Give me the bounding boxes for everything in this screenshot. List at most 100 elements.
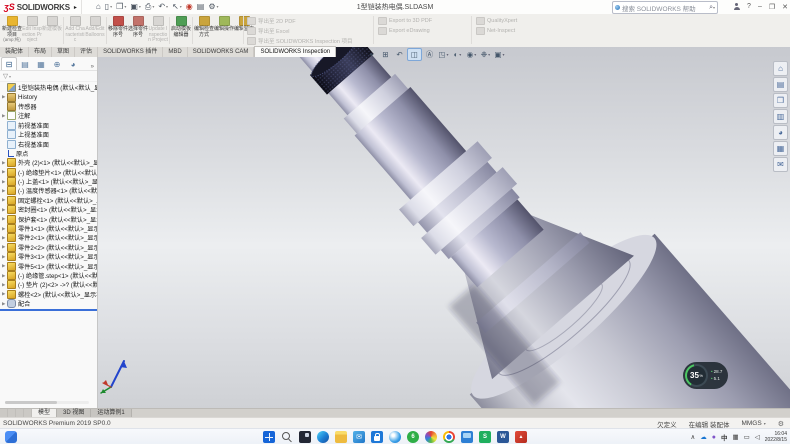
tray-ball-icon[interactable]: ● — [712, 434, 716, 441]
search-input[interactable]: 搜索 SOLIDWORKS 帮助 ⌕ ▾ — [612, 1, 718, 14]
tab-solidworks-inspection[interactable]: SOLIDWORKS Inspection — [254, 46, 336, 57]
restore-button[interactable]: ❐ — [769, 3, 775, 11]
tree-item[interactable]: 前视基准面 — [0, 121, 97, 130]
word-icon[interactable]: W — [497, 431, 509, 443]
tree-item[interactable]: ▶零件3<1> (默认<<默认>_显示状态 — [0, 252, 97, 261]
new-document-icon[interactable]: ▯▾ — [105, 3, 112, 11]
volume-icon[interactable]: ◁ — [755, 433, 760, 441]
tree-item[interactable]: ▶零件5<1> (默认<<默认>_显示状态 — [0, 261, 97, 270]
tree-item[interactable]: ▶零件1<1> (默认<<默认>_显示状态 — [0, 224, 97, 233]
tree-item[interactable]: ▶(-) 上盖<1> (默认<<默认>_显示状 — [0, 177, 97, 186]
tree-item[interactable]: ▶零件2<1> (默认<<默认>_显示状态 — [0, 233, 97, 242]
login-user-icon[interactable] — [733, 3, 740, 10]
viewport-canvas[interactable] — [97, 47, 790, 408]
ribbon-button-remove-balloons[interactable]: 移除零件序号 — [108, 15, 128, 46]
tree-item[interactable]: ▶固定螺栓<1> (默认<<默认>_显示 — [0, 196, 97, 205]
display-tray-icon[interactable]: ▭ — [744, 433, 750, 441]
tree-item[interactable]: ▶外壳 (2)<1> (默认<<默认>_显示状 — [0, 158, 97, 167]
app-pinwheel-icon[interactable] — [425, 431, 437, 443]
options-icon[interactable]: ⚙▾ — [208, 3, 218, 11]
units-selector[interactable]: MMGS▾ — [741, 420, 765, 427]
solidworks-taskbar-icon[interactable]: ▲ — [515, 431, 527, 443]
app-green-s-icon[interactable]: S — [479, 431, 491, 443]
section-view-icon[interactable]: ◫ — [407, 48, 422, 61]
ribbon-button-launch-template-editor[interactable]: 启动模板编辑器 — [171, 15, 191, 46]
remote-desktop-icon[interactable] — [461, 431, 473, 443]
tree-item[interactable]: 右视基准面 — [0, 139, 97, 148]
hide-show-items-icon[interactable]: ◉▾ — [465, 49, 478, 60]
taskbar-clock[interactable]: 16:042022/8/15 — [765, 431, 787, 444]
panel-tabs-overflow[interactable]: » — [91, 64, 96, 70]
search-caret-icon[interactable]: ▾ — [713, 5, 715, 10]
file-properties-icon[interactable]: ▤ — [197, 3, 205, 11]
annotation-views-icon[interactable]: Ⓐ — [423, 49, 436, 60]
tree-item[interactable]: ▶(-) 绝缘垫片<1> (默认<<默认>_显 — [0, 168, 97, 177]
dimxpertmanager-tab[interactable]: ⊕ — [49, 57, 65, 70]
tree-item[interactable]: ▶密封圈<1> (默认<<默认>_显示状 — [0, 205, 97, 214]
home-icon[interactable]: ⌂ — [96, 3, 101, 11]
propertymanager-tab[interactable]: ▤ — [17, 57, 33, 70]
featuremanager-tab[interactable]: ⊟ — [1, 57, 17, 70]
tree-item[interactable]: ▶(-) 温度传感器<1> (默认<<默认>_ — [0, 186, 97, 195]
tab-布局[interactable]: 布局 — [29, 47, 52, 57]
view-palette-icon[interactable]: ▥ — [773, 109, 788, 124]
configurationmanager-tab[interactable]: ▦ — [33, 57, 49, 70]
help-button[interactable]: ? — [747, 3, 751, 10]
select-icon[interactable]: ↖▾ — [172, 3, 182, 11]
close-button[interactable]: ✕ — [782, 3, 788, 11]
forum-icon[interactable]: ✉ — [773, 157, 788, 172]
tab-草图[interactable]: 草图 — [52, 47, 75, 57]
undo-icon[interactable]: ↶▾ — [158, 3, 168, 11]
panel-splitter[interactable] — [0, 309, 97, 311]
app-blue-circle-icon[interactable] — [389, 431, 401, 443]
edge-icon[interactable] — [317, 431, 329, 443]
displaymanager-tab[interactable]: ◕ — [65, 57, 81, 70]
tree-filter[interactable]: ▽ ▾ — [0, 71, 97, 82]
tab-solidworks-插件[interactable]: SOLIDWORKS 插件 — [98, 47, 163, 57]
save-icon[interactable]: ▣▾ — [130, 3, 141, 11]
file-explorer-pane-icon[interactable]: ❒ — [773, 93, 788, 108]
previous-view-icon[interactable]: ↶ — [393, 49, 406, 60]
tree-item[interactable]: ▶零件2<2> (默认<<默认>_显示状态 — [0, 243, 97, 252]
search-button[interactable] — [281, 431, 293, 443]
minimize-button[interactable]: – — [758, 3, 762, 10]
zoom-area-icon[interactable]: ⊞ — [379, 49, 392, 60]
start-button[interactable] — [263, 431, 275, 443]
design-library-icon[interactable]: ▤ — [773, 77, 788, 92]
app-green-circle-icon[interactable]: 6 — [407, 431, 419, 443]
rebuild-icon[interactable]: ◉ — [186, 3, 193, 11]
ribbon-button-edit-inspection-method[interactable]: 编辑检查方式 — [194, 15, 214, 46]
ribbon-button-new-inspection-project[interactable]: 新建检查项目(amp;纯) — [2, 15, 22, 46]
tray-expand-icon[interactable]: ∧ — [690, 433, 695, 441]
tree-item[interactable]: ▶配合 — [0, 299, 97, 308]
tree-item[interactable]: ▶保护套<1> (默认<<默认>_显示状 — [0, 214, 97, 223]
tree-item[interactable]: ▶(-) 绝缘管.step<1> (默认<<默认> — [0, 271, 97, 280]
panel-horizontal-scrollbar[interactable] — [5, 401, 89, 404]
ribbon-button-select-balloons[interactable]: 选择零件序号 — [128, 15, 148, 46]
tree-item[interactable]: 上视基准面 — [0, 130, 97, 139]
resources-icon[interactable]: ⚙ — [778, 420, 784, 428]
tree-item[interactable]: 传感器 — [0, 102, 97, 111]
tab-solidworks-cam[interactable]: SOLIDWORKS CAM — [188, 47, 255, 57]
open-icon[interactable]: ❒▾ — [116, 3, 126, 11]
tab-装配体[interactable]: 装配体 — [0, 47, 29, 57]
ime-chinese-icon[interactable]: 中 — [721, 432, 728, 442]
tree-item[interactable]: 1型铠装热电偶 (默认<默认_显示状态-1 — [0, 83, 97, 92]
file-explorer-icon[interactable] — [335, 431, 347, 443]
ribbon-button-edit-operation[interactable]: 编辑操作 — [214, 15, 234, 46]
tree-item[interactable]: ▶螺栓<2> (默认<<默认>_显示状态 — [0, 290, 97, 299]
onedrive-icon[interactable]: ☁ — [700, 433, 707, 441]
tab-mbd[interactable]: MBD — [163, 47, 187, 57]
task-view-button[interactable] — [299, 431, 311, 443]
tree-item[interactable]: ▶注解 — [0, 111, 97, 120]
tab-评估[interactable]: 评估 — [75, 47, 98, 57]
scrollbar-thumb[interactable] — [5, 401, 57, 404]
tray-grid-icon[interactable]: ▦ — [732, 433, 738, 441]
widgets-icon[interactable] — [5, 431, 17, 443]
apply-scene-icon[interactable]: ▣▾ — [493, 49, 506, 60]
zoom-fit-icon[interactable]: ⌖ — [365, 49, 378, 60]
custom-properties-icon[interactable]: ▦ — [773, 141, 788, 156]
view-orientation-icon[interactable]: ◳▾ — [437, 49, 450, 60]
display-style-icon[interactable]: ◐▾ — [451, 49, 464, 60]
tree-item[interactable]: ▶History — [0, 92, 97, 101]
